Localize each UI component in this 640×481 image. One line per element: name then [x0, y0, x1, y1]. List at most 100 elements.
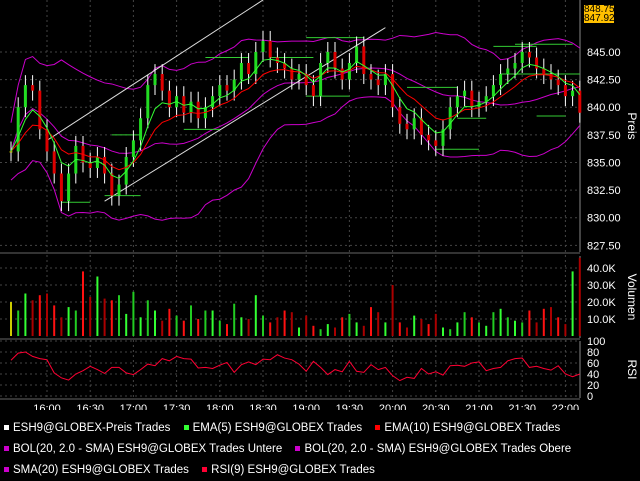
volume-bar	[89, 296, 92, 336]
price-bar-body	[326, 51, 330, 63]
volume-bar	[154, 310, 156, 336]
volume-bar	[139, 317, 142, 336]
price-bar-body	[218, 85, 222, 97]
volume-bar	[233, 303, 236, 336]
volume-bar	[449, 329, 452, 336]
volume-bar	[17, 310, 20, 336]
volume-bar	[218, 320, 221, 336]
price-bar-body	[247, 63, 251, 75]
panel-title: RSI	[625, 359, 639, 379]
price-bar-body	[297, 74, 301, 80]
volume-bar	[420, 319, 423, 336]
price-bar-body	[362, 46, 366, 75]
price-bar-body	[520, 51, 524, 63]
x-tick-label: 21:00	[465, 403, 493, 410]
volume-bar	[398, 322, 401, 336]
volume-bar	[226, 324, 228, 336]
y-tick-label: 10.0K	[587, 314, 616, 326]
y-tick-label: 40	[587, 369, 599, 381]
volume-bar	[175, 315, 178, 336]
volume-bar	[254, 295, 257, 336]
price-bar-body	[491, 85, 495, 97]
x-tick-label: 17:30	[163, 403, 191, 410]
price-bar-body	[290, 68, 294, 80]
y-tick-label: 30.0K	[587, 280, 616, 292]
price-bar-body	[225, 85, 229, 91]
x-tick-label: 19:30	[336, 403, 364, 410]
volume-bar	[427, 324, 430, 336]
legend-item-ema10[interactable]: EMA(10) ESH9@GLOBEX Trades	[375, 422, 560, 434]
volume-bar	[96, 276, 99, 336]
volume-bar	[132, 291, 135, 336]
x-tick-label: 20:30	[422, 403, 450, 410]
volume-bar	[514, 320, 516, 336]
volume-bar	[118, 295, 120, 336]
volume-bar	[564, 324, 567, 336]
volume-bar	[362, 325, 365, 336]
volume-bar	[182, 320, 185, 336]
volume-bar	[53, 305, 56, 336]
volume-bar	[434, 313, 437, 336]
price-bar-body	[463, 90, 467, 97]
volume-bar	[485, 325, 488, 336]
ema10-line	[10, 65, 581, 171]
volume-bar	[442, 327, 444, 336]
y-tick-label: 835.00	[587, 157, 621, 169]
price-bar-body	[146, 85, 150, 119]
volume-bar	[247, 319, 250, 336]
legend-item-ema5[interactable]: EMA(5) ESH9@GLOBEX Trades	[183, 422, 362, 434]
price-bar-body	[23, 85, 27, 108]
legend-swatch	[202, 467, 208, 473]
price-bar-body	[67, 173, 71, 202]
volume-bar	[478, 322, 480, 336]
panel-title: Volumen	[625, 274, 639, 321]
price-bar-body	[333, 51, 337, 69]
legend-item-bol-upper[interactable]: BOL(20, 2.0 - SMA) ESH9@GLOBEX Trades Ob…	[295, 443, 571, 455]
trading-chart[interactable]: 827.50 830.00 832.50 835.00 837.50 840.00 842.…	[0, 0, 640, 410]
price-bar-body	[38, 90, 42, 130]
volume-bar	[190, 305, 192, 336]
legend-swatch	[375, 425, 381, 431]
volume-bar	[463, 312, 466, 336]
volume-bar	[413, 315, 416, 336]
x-tick-label: 22:00	[552, 403, 580, 410]
price-bar-body	[211, 96, 215, 108]
price-bar-body	[160, 74, 164, 91]
volume-bar	[211, 310, 214, 336]
volume-bar	[456, 322, 459, 336]
y-tick-label: 830.00	[587, 213, 621, 225]
volume-bar	[542, 308, 545, 336]
y-tick-label: 845.00	[587, 47, 621, 59]
volume-bar	[204, 310, 207, 336]
legend-item-rsi[interactable]: RSI(9) ESH9@GLOBEX Trades	[202, 464, 375, 476]
volume-bar	[298, 327, 300, 336]
x-tick-label: 16:00	[33, 403, 61, 410]
legend-item-price[interactable]: ESH9@GLOBEX-Preis Trades	[4, 422, 170, 434]
sma20-line	[10, 67, 580, 154]
volume-bar	[38, 295, 41, 336]
price-bar-body	[513, 63, 517, 69]
volume-bar	[46, 293, 48, 336]
legend-item-bol-lower[interactable]: BOL(20, 2.0 - SMA) ESH9@GLOBEX Trades Un…	[4, 443, 282, 455]
volume-bar	[262, 315, 264, 336]
volume-bar	[82, 271, 84, 336]
legend-item-sma20[interactable]: SMA(20) ESH9@GLOBEX Trades	[4, 464, 189, 476]
legend-label: ESH9@GLOBEX-Preis Trades	[13, 422, 171, 434]
price-bar-body	[527, 51, 531, 58]
y-tick-label: 837.50	[587, 130, 621, 142]
price-bar-body	[571, 90, 575, 97]
volume-bar	[492, 312, 495, 336]
volume-bar	[499, 308, 502, 336]
price-bar-body	[45, 129, 49, 152]
y-tick-label: 0	[587, 391, 593, 403]
x-tick-label: 18:30	[249, 403, 277, 410]
y-tick-label: 842.50	[587, 75, 621, 87]
legend-label: EMA(10) ESH9@GLOBEX Trades	[384, 422, 561, 434]
legend-swatch	[4, 467, 9, 473]
volume-bar	[31, 300, 34, 336]
x-tick-label: 18:00	[206, 403, 234, 410]
volume-bar	[146, 300, 149, 336]
y-tick-label: 40.0K	[587, 263, 616, 275]
price-bar-body	[311, 85, 315, 97]
chart-legend: ESH9@GLOBEX-Preis Trades EMA(5) ESH9@GLO…	[4, 418, 581, 481]
